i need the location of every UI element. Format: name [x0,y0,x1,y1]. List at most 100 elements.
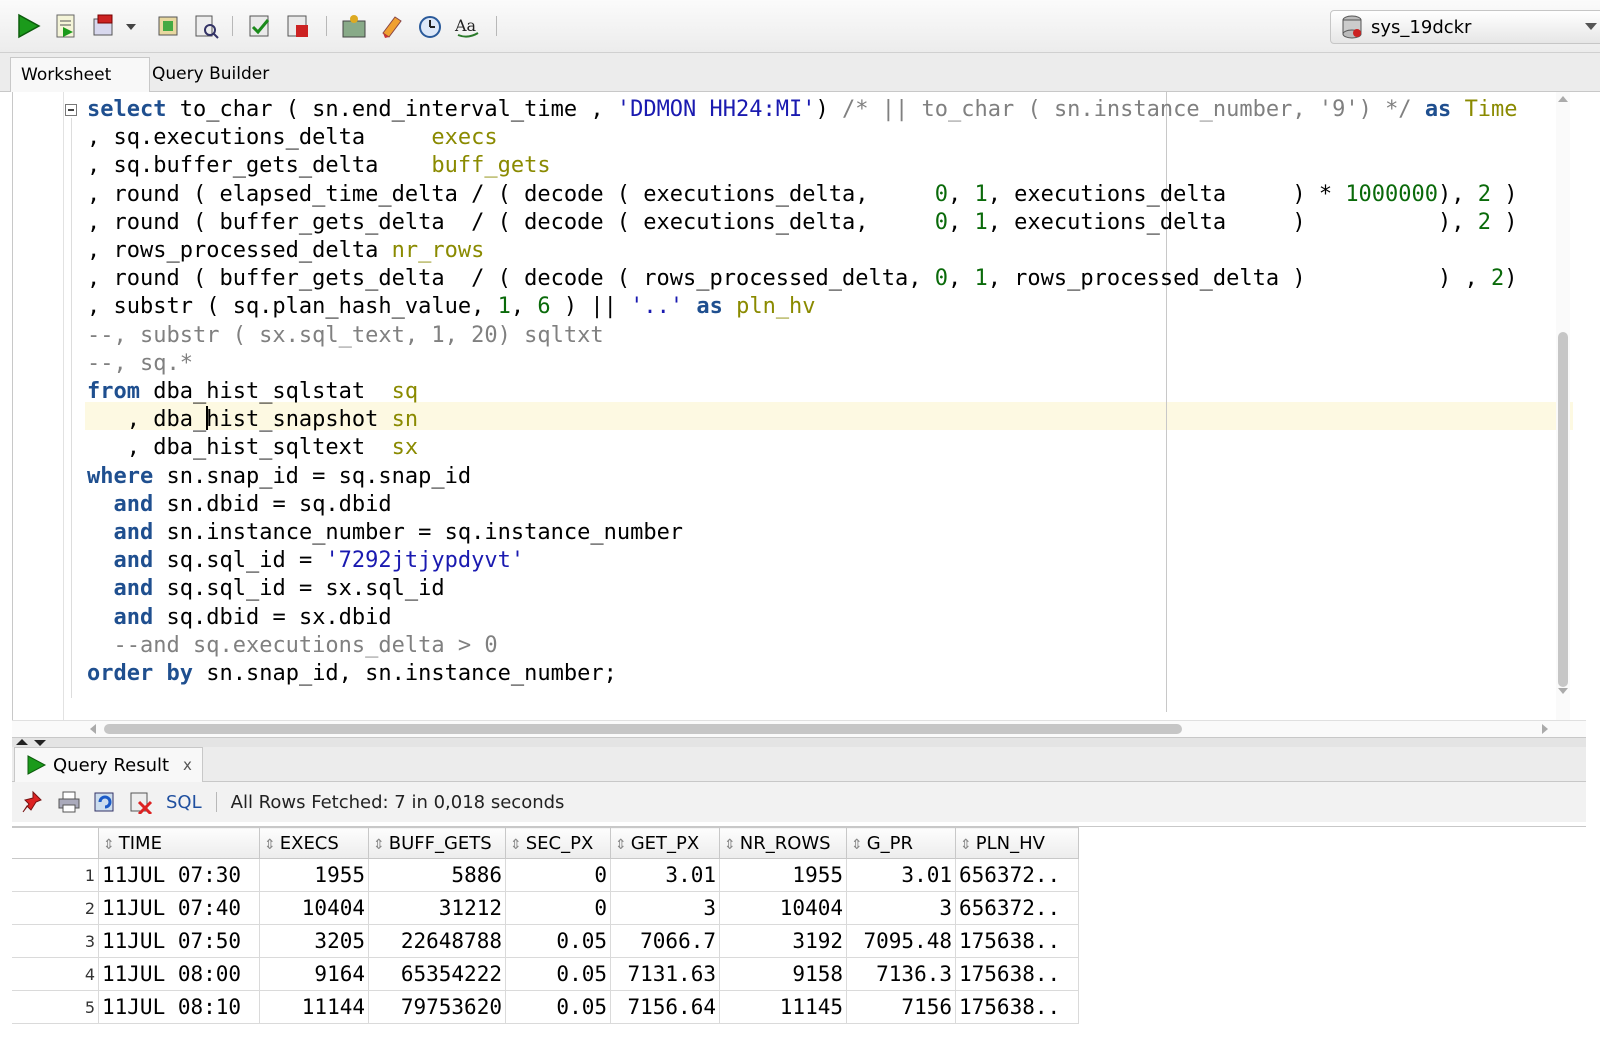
sql-editor[interactable]: select to_char ( sn.end_interval_time , … [12,92,1587,720]
scrollbar-thumb[interactable] [104,724,1182,734]
collapse-down-icon[interactable] [34,740,46,746]
fold-collapse-icon[interactable] [65,104,77,116]
table-cell-g-pr[interactable]: 3.01 [846,858,956,892]
column-header-buff-gets[interactable]: ⇕ BUFF_GETS [368,827,506,859]
table-cell-nr-rows[interactable]: 3192 [719,924,847,958]
table-cell-get-px[interactable]: 7066.7 [610,924,720,958]
table-cell-g-pr[interactable]: 7156 [846,990,956,1024]
table-cell-sec-px[interactable]: 0 [505,858,611,892]
format-case-icon[interactable]: Aa [454,12,482,40]
table-cell-execs[interactable]: 9164 [259,957,369,991]
commit-icon[interactable] [90,12,118,40]
scroll-down-icon[interactable] [1558,688,1568,694]
tab-worksheet[interactable]: Worksheet [10,57,150,92]
table-cell-pln-hv[interactable]: 175638.. [955,924,1079,958]
table-cell-sec-px[interactable]: 0 [505,891,611,925]
column-header-execs[interactable]: ⇕ EXECS [259,827,369,859]
table-cell-time[interactable]: 11JUL 07:40 [98,891,260,925]
sort-icon[interactable]: ⇕ [373,837,385,853]
sort-icon[interactable]: ⇕ [264,837,276,853]
table-cell-g-pr[interactable]: 3 [846,891,956,925]
column-header-nr-rows[interactable]: ⇕ NR_ROWS [719,827,847,859]
table-cell-pln-hv[interactable]: 175638.. [955,990,1079,1024]
table-cell-sec-px[interactable]: 0.05 [505,957,611,991]
sql-worksheet-tools-icon[interactable] [340,12,368,40]
scrollbar-thumb[interactable] [1558,332,1568,687]
column-header-pln-hv[interactable]: ⇕ PLN_HV [955,827,1079,859]
connection-selector[interactable]: sys_19dckr [1330,10,1600,44]
column-header-g-pr[interactable]: ⇕ G_PR [846,827,956,859]
table-cell-pln-hv[interactable]: 175638.. [955,957,1079,991]
rollback-icon[interactable] [154,12,182,40]
commit-dropdown-icon[interactable] [124,12,138,40]
table-cell-get-px[interactable]: 7131.63 [610,957,720,991]
run-script-icon[interactable] [52,12,80,40]
table-cell-nr-rows[interactable]: 10404 [719,891,847,925]
column-header-time[interactable]: ⇕ TIME [98,827,260,859]
table-row[interactable]: 4 11JUL 08:00 9164 65354222 0.05 7131.63 9158 7… [12,957,1079,991]
table-cell-execs[interactable]: 11144 [259,990,369,1024]
sort-icon[interactable]: ⇕ [960,837,972,853]
table-cell-get-px[interactable]: 3 [610,891,720,925]
table-cell-time[interactable]: 11JUL 07:30 [98,858,260,892]
sql-tuning-advisor-icon[interactable] [284,12,312,40]
table-row[interactable]: 3 11JUL 07:50 3205 22648788 0.05 7066.7 3192 70… [12,924,1079,958]
editor-vertical-scrollbar[interactable] [1556,92,1570,720]
table-cell-nr-rows[interactable]: 11145 [719,990,847,1024]
tab-query-builder[interactable]: Query Builder [142,57,279,91]
table-cell-execs[interactable]: 10404 [259,891,369,925]
cancel-query-icon[interactable] [126,787,156,817]
table-cell-buff-gets[interactable]: 5886 [368,858,506,892]
table-cell-buff-gets[interactable]: 65354222 [368,957,506,991]
run-statement-icon[interactable] [14,12,42,40]
sort-icon[interactable]: ⇕ [851,837,863,853]
table-cell-time[interactable]: 11JUL 08:00 [98,957,260,991]
pin-icon[interactable] [18,787,48,817]
scroll-right-icon[interactable] [1542,724,1548,734]
table-cell-sec-px[interactable]: 0.05 [505,990,611,1024]
sql-code[interactable]: select to_char ( sn.end_interval_time , … [87,96,1518,688]
table-cell-nr-rows[interactable]: 9158 [719,957,847,991]
table-cell-buff-gets[interactable]: 79753620 [368,990,506,1024]
sort-icon[interactable]: ⇕ [615,837,627,853]
table-cell-pln-hv[interactable]: 656372.. [955,891,1079,925]
clear-icon[interactable] [378,12,406,40]
table-cell-time[interactable]: 11JUL 07:50 [98,924,260,958]
table-row[interactable]: 2 11JUL 07:40 10404 31212 0 3 10404 3 656372.. [12,891,1079,925]
sql-history-icon[interactable] [416,12,444,40]
refresh-icon[interactable] [90,787,120,817]
sort-icon[interactable]: ⇕ [724,837,736,853]
table-cell-g-pr[interactable]: 7136.3 [846,957,956,991]
row-number: 3 [12,924,99,958]
scroll-up-icon[interactable] [1558,96,1568,102]
table-cell-buff-gets[interactable]: 22648788 [368,924,506,958]
table-cell-get-px[interactable]: 3.01 [610,858,720,892]
table-cell-nr-rows[interactable]: 1955 [719,858,847,892]
result-table[interactable]: ⇕ TIME ⇕ EXECS ⇕ BUFF_GETS ⇕ SEC_PX ⇕ GET_PX ⇕ NR_R… [12,827,1079,1024]
collapse-up-icon[interactable] [16,739,28,745]
print-icon[interactable] [54,787,84,817]
table-cell-get-px[interactable]: 7156.64 [610,990,720,1024]
autotrace-icon[interactable] [246,12,274,40]
tab-query-result[interactable]: Query Result x [14,747,203,782]
editor-horizontal-scrollbar[interactable] [12,720,1586,737]
sql-link[interactable]: SQL [166,792,202,813]
sort-icon[interactable]: ⇕ [103,837,115,853]
table-cell-sec-px[interactable]: 0.05 [505,924,611,958]
column-header-sec-px[interactable]: ⇕ SEC_PX [505,827,611,859]
scroll-left-icon[interactable] [90,724,96,734]
table-cell-execs[interactable]: 3205 [259,924,369,958]
table-row[interactable]: 1 11JUL 07:30 1955 5886 0 3.01 1955 3.01 656372.… [12,858,1079,892]
close-icon[interactable]: x [183,756,192,774]
table-cell-execs[interactable]: 1955 [259,858,369,892]
table-cell-buff-gets[interactable]: 31212 [368,891,506,925]
table-cell-g-pr[interactable]: 7095.48 [846,924,956,958]
column-header-get-px[interactable]: ⇕ GET_PX [610,827,720,859]
explain-plan-icon[interactable] [192,12,220,40]
panel-splitter[interactable] [12,737,1586,747]
result-grid[interactable]: ⇕ TIME ⇕ EXECS ⇕ BUFF_GETS ⇕ SEC_PX ⇕ GET_PX ⇕ NR_R… [12,826,1586,1059]
table-cell-time[interactable]: 11JUL 08:10 [98,990,260,1024]
sort-icon[interactable]: ⇕ [510,837,522,853]
table-cell-pln-hv[interactable]: 656372.. [955,858,1079,892]
table-row[interactable]: 5 11JUL 08:10 11144 79753620 0.05 7156.64 1114… [12,990,1079,1024]
